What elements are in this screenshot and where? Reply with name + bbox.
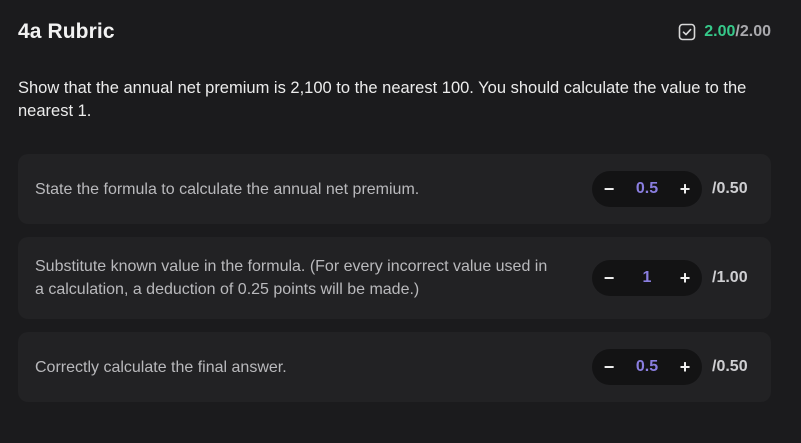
increment-button[interactable]: + [676, 179, 694, 200]
checkbox-checked-icon [678, 23, 696, 41]
points-stepper: − 0.5 + [592, 349, 702, 385]
criterion-item: Correctly calculate the final answer. − … [18, 332, 771, 402]
criterion-scorer: − 0.5 + /0.50 [592, 349, 754, 385]
points-value[interactable]: 0.5 [618, 180, 676, 198]
max-points: /1.00 [712, 269, 748, 286]
max-points: /0.50 [712, 358, 748, 375]
points-stepper: − 1 + [592, 260, 702, 296]
points-value[interactable]: 0.5 [618, 358, 676, 376]
criterion-text: State the formula to calculate the annua… [35, 180, 420, 198]
rubric-title: 4a Rubric [18, 20, 115, 43]
decrement-button[interactable]: − [600, 268, 618, 289]
criterion-item: Substitute known value in the formula. (… [18, 237, 771, 319]
points-stepper: − 0.5 + [592, 171, 702, 207]
score-total: /2.00 [735, 23, 771, 40]
score-earned: 2.00 [704, 23, 736, 40]
decrement-button[interactable]: − [600, 179, 618, 200]
criterion-text: Substitute known value in the formula. (… [35, 258, 548, 298]
criterion-text: Correctly calculate the final answer. [35, 358, 287, 376]
criterion-item: State the formula to calculate the annua… [18, 154, 771, 224]
question-text: Show that the annual net premium is 2,10… [18, 79, 747, 120]
points-value[interactable]: 1 [618, 269, 676, 287]
criteria-list: State the formula to calculate the annua… [18, 154, 771, 402]
increment-button[interactable]: + [676, 268, 694, 289]
criterion-scorer: − 0.5 + /0.50 [592, 171, 754, 207]
max-points: /0.50 [712, 180, 748, 197]
decrement-button[interactable]: − [600, 357, 618, 378]
criterion-scorer: − 1 + /1.00 [592, 260, 754, 296]
increment-button[interactable]: + [676, 357, 694, 378]
total-score: 2.00/2.00 [678, 23, 771, 41]
rubric-header: 4a Rubric 2.00/2.00 [18, 18, 771, 46]
